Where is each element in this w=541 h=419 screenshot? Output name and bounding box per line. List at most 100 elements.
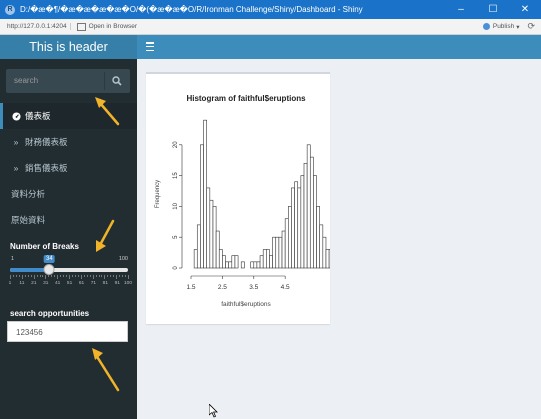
double-chevron-right-icon: » [13, 137, 19, 147]
sidebar-search-form: search [6, 69, 130, 93]
slider-tick [27, 275, 29, 277]
histogram-bar [206, 187, 211, 269]
close-button[interactable]: ✕ [509, 0, 541, 19]
histogram-bar [256, 261, 261, 269]
histogram-bar [272, 236, 277, 269]
slider-tick [66, 275, 68, 277]
url-display[interactable]: http://127.0.0.1:4204 [4, 23, 71, 30]
top-navbar [137, 35, 541, 59]
slider-tick-label: 91 [114, 281, 120, 286]
histogram-bar [319, 224, 324, 269]
slider-tick [107, 275, 109, 277]
slider-tick-label: 31 [43, 281, 49, 286]
publish-icon [482, 23, 490, 30]
slider-tick [33, 275, 35, 279]
header-title: This is header [0, 35, 137, 59]
y-tick-label: 20 [173, 141, 179, 148]
window-title-bar: R D:/�æ�¶/�æ�æ�æ�æ�O/�(�æ�æ�O/R/Ironman … [0, 0, 541, 19]
histogram-box: Histogram of faithful$eruptions Frequenc… [146, 72, 336, 324]
slider-tick-label: 41 [55, 281, 61, 286]
histogram-bar [284, 218, 289, 269]
slider-tick [98, 275, 100, 277]
refresh-icon[interactable]: ⟳ [527, 21, 535, 32]
slider-tick [48, 275, 50, 277]
breaks-slider[interactable]: 1 100 34 1 11 21 31 41 51 61 71 81 91 100 [8, 255, 132, 296]
slider-tick [36, 275, 38, 277]
breaks-slider-label: Number of Breaks [10, 242, 79, 251]
slider-tick-label: 21 [31, 281, 37, 286]
histogram-bar [212, 206, 217, 269]
sidebar-item-finance-dashboard[interactable]: » 財務儀表板 [0, 129, 137, 155]
slider-tick [86, 275, 88, 277]
maximize-button[interactable]: ☐ [477, 0, 509, 19]
slider-tick [113, 275, 115, 277]
slider-tick [116, 275, 118, 279]
slider-ticks [10, 275, 129, 280]
x-axis-label: faithful$eruptions [221, 301, 271, 308]
y-axis-label: Frequency [155, 180, 161, 208]
histogram-bar [303, 162, 308, 269]
slider-max-label: 100 [118, 256, 128, 262]
histogram-bar [328, 249, 333, 269]
slider-tick [83, 275, 85, 277]
slider-tick [128, 275, 129, 279]
open-in-browser-button[interactable]: Open in Browser [76, 22, 138, 31]
histogram-bar [275, 236, 280, 269]
histogram-bar [266, 249, 270, 269]
histogram-bar [322, 236, 327, 269]
sidebar-item-data-analysis[interactable]: 資料分析 [0, 181, 137, 207]
slider-tick-label: 11 [19, 281, 25, 286]
histogram-bar [325, 249, 330, 269]
viewer-toolbar: http://127.0.0.1:4204 Open in Browser Pu… [0, 19, 541, 35]
histogram-bar [259, 255, 264, 269]
x-tick-label: 4.5 [281, 284, 290, 291]
histogram-bar [288, 206, 292, 269]
histogram-bar [240, 261, 245, 269]
sidebar-item-label: 儀表板 [25, 111, 51, 121]
slider-tick-label: 51 [66, 281, 73, 286]
dashboard-icon [11, 111, 21, 121]
histogram-bar [203, 119, 207, 269]
slider-tick [30, 275, 32, 277]
sidebar-item-raw-data[interactable]: 原始資料 [0, 207, 137, 233]
x-tick-label: 2.5 [218, 284, 227, 291]
slider-tick [119, 275, 121, 277]
histogram-bar [193, 249, 198, 269]
slider-tick [80, 275, 82, 279]
slider-tick-label: 100 [123, 281, 133, 286]
slider-value-badge: 34 [43, 255, 55, 263]
slider-tick [42, 275, 44, 277]
sidebar-search-input[interactable]: search [10, 72, 100, 90]
slider-tick [69, 275, 70, 279]
slider-tick [92, 275, 94, 279]
dropdown-caret-icon: ▾ [516, 23, 520, 31]
slider-tick [21, 275, 23, 279]
minimize-button[interactable]: – [445, 0, 477, 19]
slider-tick [45, 275, 47, 279]
sidebar-item-dashboard[interactable]: 儀表板 [0, 103, 137, 129]
histogram-bar [300, 175, 305, 269]
slider-tick [95, 275, 97, 277]
sidebar-item-label: 銷售儀表板 [25, 163, 68, 173]
histogram-bar [231, 255, 236, 269]
slider-tick-label: 1 [8, 281, 12, 286]
opportunities-input[interactable]: 123456 [7, 321, 128, 342]
open-in-browser-label: Open in Browser [88, 23, 138, 30]
slider-tick [10, 275, 11, 279]
slider-tick [104, 275, 106, 279]
histogram-bar [306, 144, 311, 269]
slider-handle[interactable] [43, 264, 55, 275]
browser-window-icon [76, 22, 86, 31]
sidebar-item-label: 資料分析 [11, 189, 46, 199]
slider-tick [54, 275, 56, 277]
histogram-bar [250, 261, 255, 269]
slider-tick [15, 275, 17, 277]
slider-tick [60, 275, 62, 277]
histogram-bar [294, 181, 299, 269]
publish-button[interactable]: Publish ▾ [482, 23, 520, 31]
sidebar-toggle-icon[interactable] [146, 42, 154, 52]
sidebar-item-sales-dashboard[interactable]: » 銷售儀表板 [0, 155, 137, 181]
histogram-bar [209, 199, 214, 269]
histogram-bar [196, 224, 201, 269]
search-button[interactable] [104, 72, 128, 90]
